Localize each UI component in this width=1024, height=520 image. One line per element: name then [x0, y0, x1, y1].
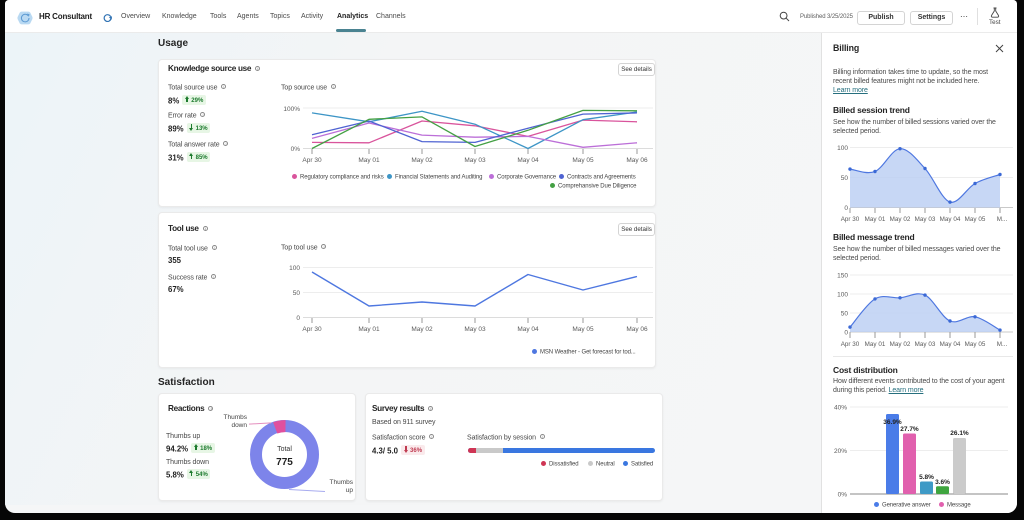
svg-text:5.8%: 5.8% [919, 474, 934, 481]
svg-text:May 03: May 03 [464, 326, 486, 333]
svg-text:May 01: May 01 [865, 216, 886, 223]
svg-text:Apr 30: Apr 30 [302, 326, 322, 333]
svg-text:50: 50 [293, 290, 301, 297]
svg-text:50: 50 [841, 175, 849, 182]
svg-text:May 01: May 01 [865, 341, 886, 348]
svg-text:May 04: May 04 [517, 326, 539, 333]
svg-text:May 03: May 03 [915, 341, 936, 348]
svg-text:3.6%: 3.6% [935, 479, 950, 486]
svg-text:May 05: May 05 [965, 341, 986, 348]
svg-text:May 05: May 05 [572, 326, 594, 333]
svg-text:May 04: May 04 [940, 341, 961, 348]
svg-text:May 03: May 03 [464, 157, 486, 164]
svg-text:May 01: May 01 [358, 157, 380, 164]
svg-text:May 06: May 06 [626, 157, 648, 164]
svg-text:0: 0 [296, 315, 300, 322]
svg-text:May 04: May 04 [940, 216, 961, 223]
svg-text:775: 775 [276, 457, 293, 468]
svg-text:20%: 20% [834, 448, 847, 455]
svg-text:0%: 0% [291, 146, 301, 153]
svg-text:150: 150 [837, 273, 848, 280]
svg-text:M...: M... [997, 341, 1008, 348]
svg-text:May 04: May 04 [517, 157, 539, 164]
svg-text:Apr 30: Apr 30 [841, 216, 860, 223]
svg-text:27.7%: 27.7% [900, 426, 919, 433]
svg-text:May 05: May 05 [572, 157, 594, 164]
svg-text:0: 0 [844, 330, 848, 337]
svg-text:May 05: May 05 [965, 216, 986, 223]
svg-text:Apr 30: Apr 30 [841, 341, 860, 348]
svg-text:May 01: May 01 [358, 326, 380, 333]
svg-text:40%: 40% [834, 405, 847, 412]
svg-text:Total: Total [277, 446, 292, 453]
svg-text:100%: 100% [283, 106, 300, 113]
svg-text:26.1%: 26.1% [950, 430, 969, 437]
svg-text:36.9%: 36.9% [883, 419, 902, 426]
svg-text:100: 100 [289, 265, 300, 272]
svg-text:Apr 30: Apr 30 [302, 157, 322, 164]
svg-text:May 02: May 02 [411, 157, 433, 164]
svg-text:May 03: May 03 [915, 216, 936, 223]
svg-text:0: 0 [844, 205, 848, 212]
svg-text:50: 50 [841, 311, 849, 318]
svg-text:May 02: May 02 [890, 216, 911, 223]
svg-text:May 02: May 02 [411, 326, 433, 333]
svg-text:0%: 0% [838, 492, 848, 499]
svg-text:May 02: May 02 [890, 341, 911, 348]
svg-text:M...: M... [997, 216, 1008, 223]
svg-text:100: 100 [837, 145, 848, 152]
svg-text:May 06: May 06 [626, 326, 648, 333]
svg-text:100: 100 [837, 292, 848, 299]
